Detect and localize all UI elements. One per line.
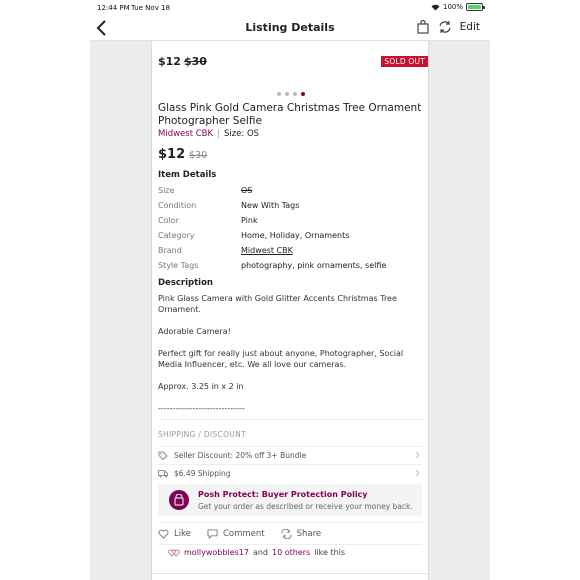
detail-row-brand: Brand Midwest CBK <box>158 243 422 258</box>
brand-size-row: Midwest CBK | Size: OS <box>158 129 259 139</box>
listing-price: $12 $30 <box>158 147 207 162</box>
heart-icon <box>158 529 169 539</box>
discount-tag-icon <box>158 451 168 460</box>
carousel-dots <box>277 92 305 96</box>
listing-content[interactable]: $12 $30 SOLD OUT Glass Pink Gold Camera C… <box>152 41 428 580</box>
description-paragraph: Adorable Camera! <box>158 327 231 336</box>
description-divider: ------------------------------ <box>158 404 245 413</box>
size-label: Size: OS <box>223 129 260 139</box>
wifi-icon <box>431 4 440 10</box>
shopping-bag-icon[interactable] <box>416 20 430 34</box>
likers-icon <box>168 549 180 557</box>
detail-row-condition: Condition New With Tags <box>158 198 422 213</box>
detail-row-category: Category Home, Holiday, Ornaments <box>158 228 422 243</box>
price-value: $12 <box>158 147 186 162</box>
liker-username[interactable]: mollywobbles17 <box>184 548 249 557</box>
hero-original-price: $30 <box>183 55 207 68</box>
detail-key: Brand <box>158 246 182 255</box>
right-margin <box>428 41 490 580</box>
detail-value: photography, pink ornaments, selfie <box>241 261 387 270</box>
posh-protect-subtitle: Get your order as described or receive y… <box>198 502 413 511</box>
hero-price: $12 $30 <box>158 55 207 68</box>
original-price: $30 <box>189 150 208 161</box>
divider <box>158 419 422 420</box>
carousel-dot[interactable] <box>277 92 281 96</box>
status-bar: 12:44 PM Tue Nov 18 100% <box>0 0 580 16</box>
detail-value: New With Tags <box>241 201 300 210</box>
share-label: Share <box>296 529 322 539</box>
share-icon <box>281 529 292 539</box>
nav-actions: Edit <box>416 20 480 34</box>
detail-key: Size <box>158 186 175 195</box>
description-body: Pink Glass Camera with Gold Glitter Acce… <box>158 293 416 425</box>
detail-brand-link[interactable]: Midwest CBK <box>241 243 293 258</box>
detail-value: Pink <box>241 216 258 225</box>
edit-button[interactable]: Edit <box>460 21 480 33</box>
carousel-dot[interactable] <box>293 92 297 96</box>
divider <box>158 522 422 523</box>
like-button[interactable]: Like <box>158 529 191 539</box>
shipping-row[interactable]: $6.49 Shipping <box>158 465 422 481</box>
description-paragraph: Perfect gift for really just about anyon… <box>158 349 404 369</box>
detail-value: OS <box>241 186 253 195</box>
detail-row-size: Size OS <box>158 183 422 198</box>
status-time: 12:44 PM <box>97 4 130 12</box>
description-paragraph: Approx. 3.25 in x 2 in <box>158 382 244 391</box>
detail-value: Home, Holiday, Ornaments <box>241 231 350 240</box>
posh-protect-title: Posh Protect: Buyer Protection Policy <box>198 490 368 499</box>
detail-key: Style Tags <box>158 261 199 270</box>
likes-and: and <box>252 548 269 557</box>
posh-protect-card[interactable]: Posh Protect: Buyer Protection Policy Ge… <box>158 484 422 516</box>
posh-protect-icon <box>169 490 189 510</box>
battery-percent: 100% <box>442 3 463 11</box>
chevron-right-icon <box>415 469 420 477</box>
seller-discount-text: Seller Discount: 20% off 3+ Bundle <box>174 450 307 460</box>
comment-button[interactable]: Comment <box>207 529 265 539</box>
comment-icon <box>207 529 218 539</box>
likes-suffix: like this <box>314 548 346 557</box>
image-carousel[interactable]: $12 $30 SOLD OUT <box>152 41 428 101</box>
divider <box>152 573 428 574</box>
divider <box>158 544 422 545</box>
nav-bar: Listing Details Edit <box>90 16 490 41</box>
brand-link[interactable]: Midwest CBK <box>158 129 213 139</box>
item-details-table: Size OS Condition New With Tags Color Pi… <box>158 183 422 273</box>
detail-key: Color <box>158 216 179 225</box>
hero-price-value: $12 <box>158 55 181 68</box>
status-right: 100% <box>431 3 485 11</box>
chevron-right-icon <box>415 451 420 459</box>
share-button[interactable]: Share <box>281 529 322 539</box>
shipping-heading: SHIPPING / DISCOUNT <box>158 430 246 439</box>
detail-key: Category <box>158 231 195 240</box>
sold-out-badge: SOLD OUT <box>381 56 428 67</box>
left-margin <box>90 41 152 580</box>
carousel-dot-active[interactable] <box>301 92 305 96</box>
item-details-heading: Item Details <box>158 170 217 180</box>
seller-discount-row[interactable]: Seller Discount: 20% off 3+ Bundle <box>158 447 422 463</box>
separator: | <box>217 129 220 139</box>
truck-icon <box>158 469 168 477</box>
battery-icon <box>466 3 485 11</box>
detail-row-style-tags: Style Tags photography, pink ornaments, … <box>158 258 422 273</box>
listing-title: Glass Pink Gold Camera Christmas Tree Or… <box>158 102 422 127</box>
description-paragraph: Pink Glass Camera with Gold Glitter Acce… <box>158 294 397 314</box>
social-actions: Like Comment Share <box>158 527 422 541</box>
likes-others-link[interactable]: 10 others <box>272 548 310 557</box>
comment-label: Comment <box>222 529 265 539</box>
likes-summary: mollywobbles17 and 10 others like this <box>168 548 345 557</box>
share-arrows-icon[interactable] <box>438 20 452 34</box>
detail-key: Condition <box>158 201 197 210</box>
status-date: Tue Nov 18 <box>131 4 170 12</box>
carousel-dot[interactable] <box>285 92 289 96</box>
detail-row-color: Color Pink <box>158 213 422 228</box>
like-label: Like <box>174 529 191 539</box>
shipping-price-text: $6.49 Shipping <box>174 468 231 478</box>
description-heading: Description <box>158 278 213 288</box>
